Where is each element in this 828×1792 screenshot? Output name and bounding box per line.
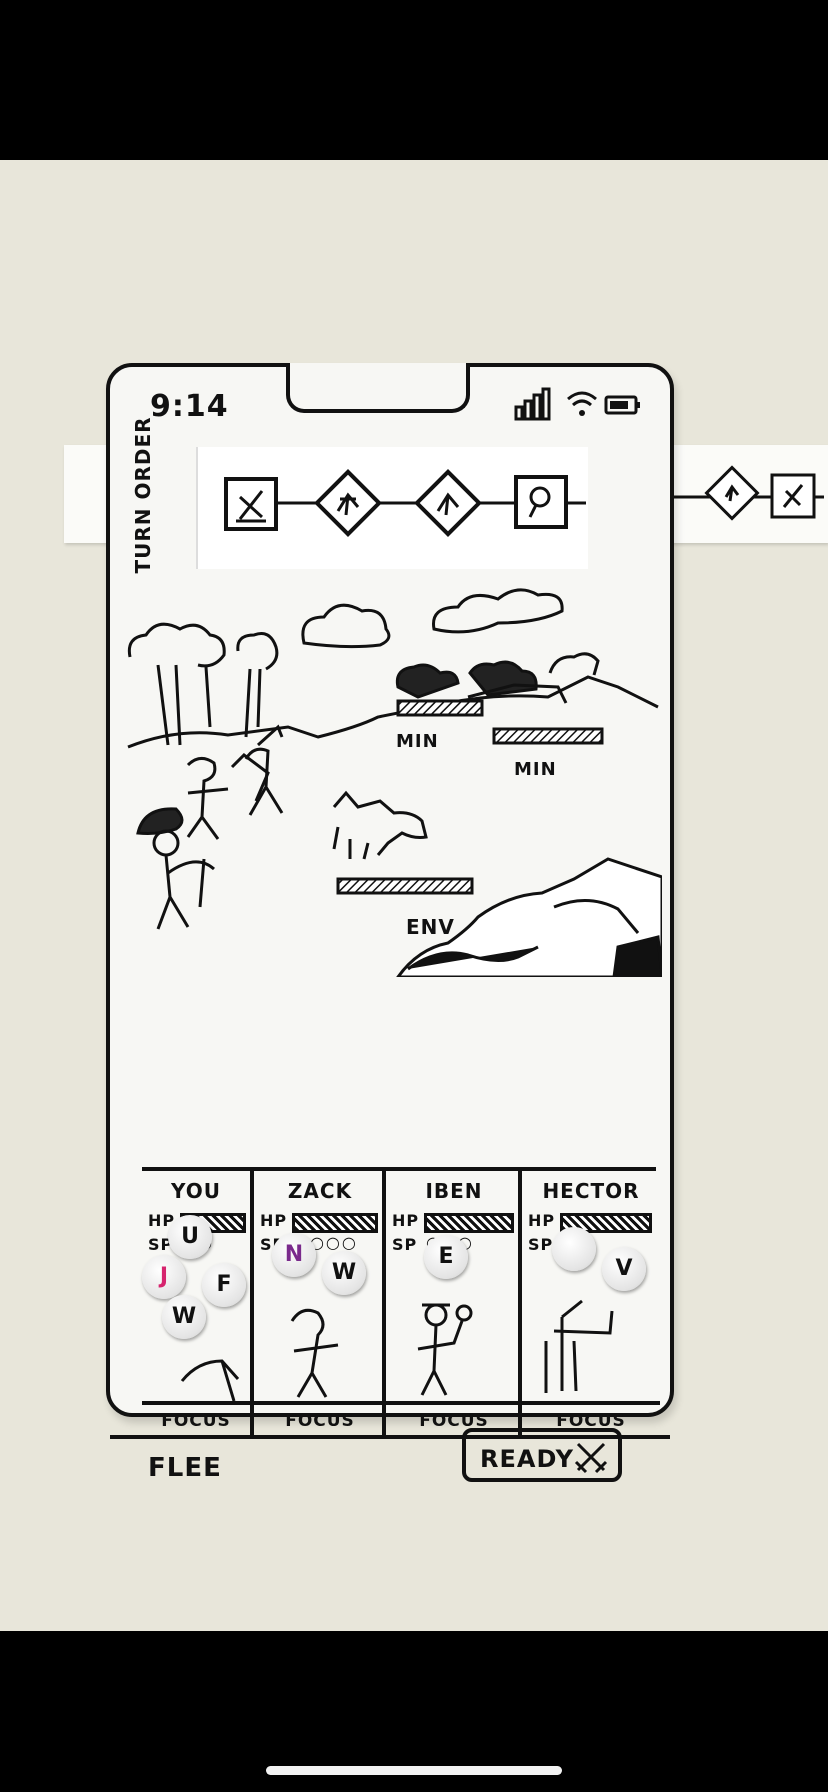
env-hp-bar [336,877,474,895]
home-indicator[interactable] [266,1766,562,1775]
enemy-label-2: MIN [514,759,557,780]
flee-button[interactable]: FLEE [148,1453,222,1483]
bead [552,1227,596,1271]
sword-icon [770,473,816,519]
runner-icon [704,465,760,521]
status-icons [514,387,640,421]
wifi-icon [567,391,597,416]
hp-bar [424,1213,514,1233]
focus-button[interactable]: FOCUS [142,1401,250,1437]
bead: W [322,1251,366,1295]
ready-button[interactable]: READY [462,1428,622,1482]
crossed-swords-icon [574,1442,608,1474]
turn-slot-4-magnifier-icon [514,475,568,529]
turn-order-panel[interactable] [196,447,588,569]
hp-label: HP [260,1211,288,1230]
notch [286,363,470,413]
prototype-photo: 9:14 TURN ORDER MIN MIN ENV YOU HP SP FO… [0,160,828,1631]
status-time: 9:14 [150,389,229,424]
party-name: ZACK [287,1179,353,1203]
party-panel: YOU HP SP ○○ FOCUS ZACK HP SP ○○○○ FOCUS… [142,1167,660,1441]
enemy-label-1: MIN [396,731,439,752]
minion-2-hp-bar [492,727,604,745]
clouds [301,588,600,676]
turn-slot-3-runner-icon [414,469,482,537]
trees [127,622,279,746]
enemy-label-env: ENV [406,915,455,939]
bead: W [162,1295,206,1339]
party-name: HECTOR [542,1179,640,1203]
phone-frame: 9:14 TURN ORDER MIN MIN ENV YOU HP SP FO… [106,363,674,1483]
hp-label: HP [528,1211,556,1230]
sp-label: SP [392,1235,418,1254]
minion-1-hp-bar [396,699,484,717]
turn-slot-1-sword-icon [224,477,278,531]
bead: F [202,1263,246,1307]
bead: U [168,1215,212,1259]
turn-slot-2-runner-icon [314,469,382,537]
signal-icon [514,387,551,421]
hero-sprites [136,724,284,930]
battle-scene [127,588,662,977]
hp-label: HP [392,1211,420,1230]
turn-order-label: TURN ORDER [131,416,155,574]
bead: E [424,1235,468,1279]
bead: N [272,1233,316,1277]
hp-bar [292,1213,378,1233]
ready-label: READY [480,1445,575,1473]
env-beast-sprite [332,790,428,860]
party-name: IBEN [425,1179,483,1203]
battery-icon [604,395,640,415]
bead: J [142,1255,186,1299]
bead: V [602,1247,646,1291]
party-name: YOU [170,1179,221,1203]
focus-button[interactable]: FOCUS [254,1401,386,1437]
sp-label: SP [528,1235,554,1254]
